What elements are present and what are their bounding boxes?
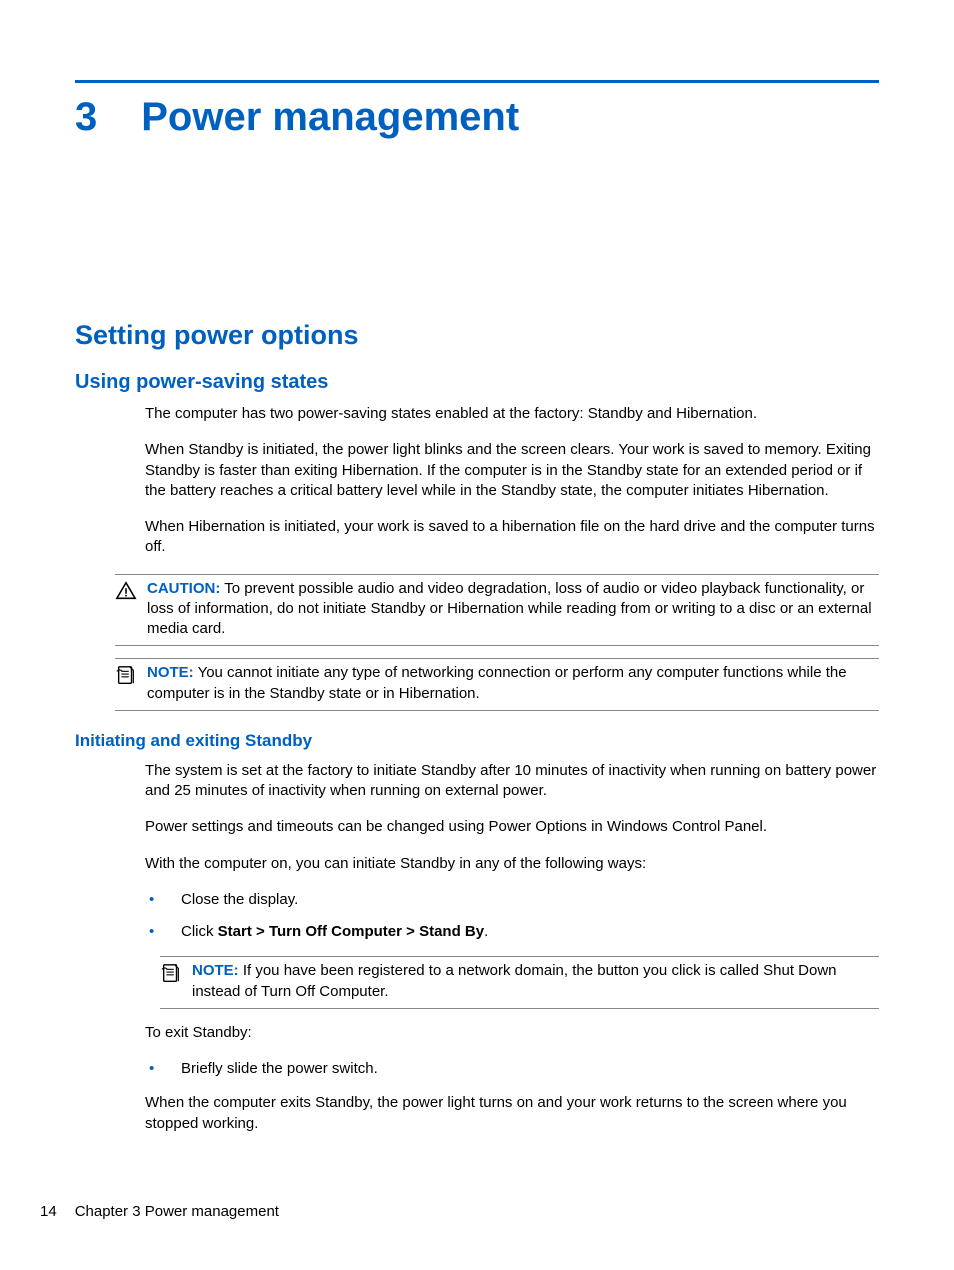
standby-exit-list: Briefly slide the power switch. xyxy=(145,1059,879,1079)
paragraph: Power settings and timeouts can be chang… xyxy=(145,817,879,837)
footer-chapter-ref: Chapter 3 Power management xyxy=(75,1203,279,1220)
page-number: 14 xyxy=(40,1203,57,1220)
nested-note-callout: NOTE: If you have been registered to a n… xyxy=(160,956,879,1009)
note-label: NOTE: xyxy=(192,962,239,979)
caution-body: To prevent possible audio and video degr… xyxy=(147,580,872,638)
caution-icon xyxy=(115,580,137,602)
list-item: Click Start > Turn Off Computer > Stand … xyxy=(145,922,879,942)
list-item-bold: Start > Turn Off Computer > Stand By xyxy=(218,923,484,940)
note-icon xyxy=(160,962,182,984)
caution-text: CAUTION: To prevent possible audio and v… xyxy=(147,579,879,640)
paragraph: The system is set at the factory to init… xyxy=(145,761,879,802)
caution-label: CAUTION: xyxy=(147,580,220,597)
list-item: Close the display. xyxy=(145,890,879,910)
list-item-suffix: . xyxy=(484,923,488,940)
paragraph: When the computer exits Standby, the pow… xyxy=(145,1093,879,1134)
paragraph: When Standby is initiated, the power lig… xyxy=(145,440,879,501)
section-heading: Setting power options xyxy=(75,320,879,351)
note-icon xyxy=(115,664,137,686)
paragraph: The computer has two power-saving states… xyxy=(145,404,879,424)
note-body: You cannot initiate any type of networki… xyxy=(147,664,847,701)
standby-initiate-list: Close the display. Click Start > Turn Of… xyxy=(145,890,879,943)
paragraph: When Hibernation is initiated, your work… xyxy=(145,517,879,558)
chapter-number: 3 xyxy=(75,95,97,140)
chapter-rule xyxy=(75,80,879,83)
paragraph: With the computer on, you can initiate S… xyxy=(145,854,879,874)
caution-callout: CAUTION: To prevent possible audio and v… xyxy=(115,574,879,647)
note-text: NOTE: You cannot initiate any type of ne… xyxy=(147,663,879,704)
note-body: If you have been registered to a network… xyxy=(192,962,837,999)
subsection-heading-using-power-saving-states: Using power-saving states xyxy=(75,371,879,394)
subsection-heading-initiating-exiting-standby: Initiating and exiting Standby xyxy=(75,731,879,751)
nested-note-text: NOTE: If you have been registered to a n… xyxy=(192,961,879,1002)
note-label: NOTE: xyxy=(147,664,194,681)
list-item-prefix: Click xyxy=(181,923,218,940)
note-callout: NOTE: You cannot initiate any type of ne… xyxy=(115,658,879,711)
chapter-heading: 3 Power management xyxy=(75,95,879,140)
page-footer: 14 Chapter 3 Power management xyxy=(40,1203,279,1220)
list-item: Briefly slide the power switch. xyxy=(145,1059,879,1079)
chapter-title: Power management xyxy=(141,95,519,140)
paragraph: To exit Standby: xyxy=(145,1023,879,1043)
